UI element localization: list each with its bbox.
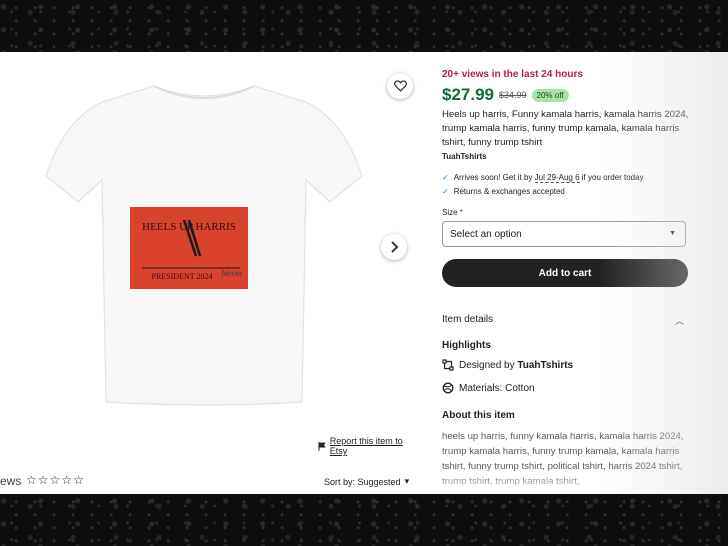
returns-text: Returns & exchanges accepted	[453, 187, 565, 196]
description-fade	[442, 472, 692, 494]
size-label: Size *	[442, 208, 463, 217]
add-to-cart-button[interactable]: Add to cart	[442, 259, 688, 287]
size-select[interactable]: Select an option ▼	[442, 221, 686, 247]
star-icon: ☆	[26, 473, 37, 487]
views-notice: 20+ views in the last 24 hours	[442, 69, 583, 80]
background-texture-bottom	[0, 494, 728, 546]
about-heading: About this item	[442, 410, 515, 421]
designer-name[interactable]: TuahTshirts	[517, 360, 573, 371]
report-item-link[interactable]: Report this item to Etsy	[318, 436, 420, 456]
reviews-bar: ews ☆ ☆ ☆ ☆ ☆ Sort by: Suggested ▾	[0, 473, 420, 494]
designed-by-row: Designed by TuahTshirts	[442, 359, 573, 371]
star-icon: ☆	[49, 473, 61, 487]
price-row: $27.99 $34.99 20% off	[442, 85, 569, 105]
item-details-label: Item details	[442, 314, 494, 325]
original-price: $34.99	[499, 90, 527, 100]
print-subtitle: PRESIDENT 2024	[152, 272, 213, 281]
designed-by-prefix: Designed by	[459, 359, 518, 371]
star-icon: ☆	[73, 473, 84, 487]
sort-dropdown[interactable]: Sort by: Suggested ▾	[324, 476, 409, 487]
product-image-area: HEELS UP HARRIS PRESIDENT 2024 Never Rep…	[0, 52, 420, 472]
size-label-text: Size	[442, 208, 458, 217]
chevron-right-icon	[391, 241, 399, 253]
returns-info: ✓ Returns & exchanges accepted	[442, 187, 565, 196]
star-rating: ☆ ☆ ☆ ☆ ☆	[26, 473, 84, 487]
check-icon: ✓	[442, 187, 449, 196]
chevron-up-icon: ︿	[674, 316, 684, 326]
materials-row: Materials: Cotton	[442, 382, 535, 394]
arrival-suffix: if you order today	[579, 173, 644, 182]
flag-icon	[318, 441, 326, 451]
reviews-label: ews	[0, 474, 22, 488]
check-icon: ✓	[442, 173, 449, 182]
report-label: Report this item to Etsy	[329, 436, 403, 456]
item-details-toggle[interactable]: Item details ︿	[442, 314, 686, 326]
required-mark: *	[459, 208, 463, 217]
discount-badge: 20% off	[531, 88, 569, 102]
next-image-button[interactable]	[381, 234, 407, 260]
materials-text: Materials: Cotton	[459, 382, 535, 394]
yarn-icon	[442, 382, 454, 394]
favorite-button[interactable]	[387, 73, 413, 99]
product-page: HEELS UP HARRIS PRESIDENT 2024 Never Rep…	[0, 52, 728, 494]
highlights-heading: Highlights	[442, 340, 491, 351]
caret-down-icon: ▾	[404, 476, 410, 486]
background-texture-top	[0, 0, 728, 52]
arrival-info: ✓ Arrives soon! Get it by Jul 29-Aug 6 i…	[442, 173, 644, 183]
designed-by-text: Designed by TuahTshirts	[459, 360, 573, 371]
star-icon: ☆	[37, 473, 49, 487]
size-select-value: Select an option	[450, 228, 522, 240]
shop-name-link[interactable]: TuahTshirts	[442, 152, 487, 161]
star-icon: ☆	[61, 473, 73, 487]
caret-down-icon: ▼	[669, 230, 676, 237]
heart-icon	[393, 80, 407, 92]
sort-label: Sort by: Suggested	[324, 476, 401, 487]
print-scrawl: Never	[221, 269, 243, 278]
shirt-print: HEELS UP HARRIS PRESIDENT 2024 Never	[130, 207, 248, 289]
design-tool-icon	[442, 359, 454, 371]
arrival-text: Arrives soon! Get it by Jul 29-Aug 6 if …	[453, 173, 644, 183]
tshirt-image: HEELS UP HARRIS PRESIDENT 2024 Never	[45, 85, 363, 406]
sale-price: $27.99	[442, 85, 494, 104]
arrival-prefix: Arrives soon! Get it by	[453, 173, 535, 182]
product-title: Heels up harris, Funny kamala harris, ka…	[442, 109, 689, 148]
arrival-dates[interactable]: Jul 29-Aug 6	[534, 173, 580, 183]
